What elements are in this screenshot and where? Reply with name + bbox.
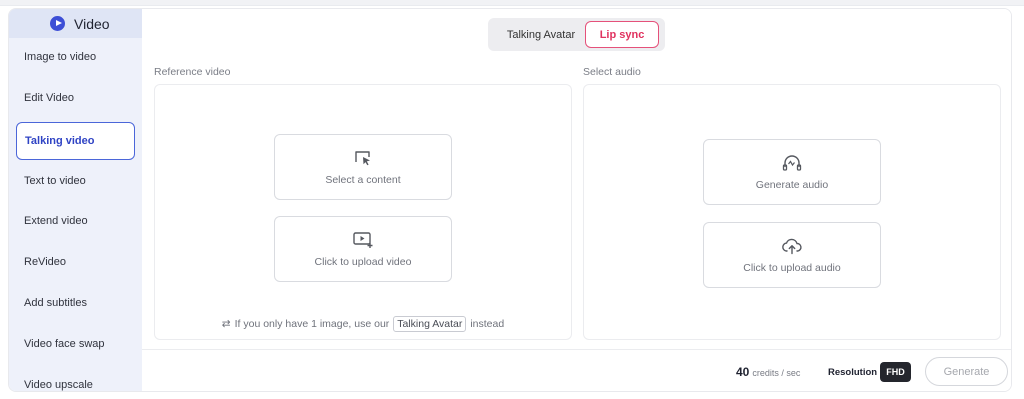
select-content-button[interactable]: Select a content: [274, 134, 452, 200]
reference-video-label: Reference video: [154, 66, 231, 78]
video-play-icon: [50, 16, 65, 31]
hint-text-before: If you only have 1 image, use our: [234, 318, 390, 330]
credits-unit: credits / sec: [752, 368, 801, 378]
upload-video-label: Click to upload video: [314, 255, 412, 268]
tab-lip-sync[interactable]: Lip sync: [585, 21, 659, 48]
main-content: Talking Avatar Lip sync Reference video …: [142, 9, 1011, 391]
upload-audio-button[interactable]: Click to upload audio: [703, 222, 881, 288]
sidebar-item-label: ReVideo: [24, 256, 66, 268]
upload-video-button[interactable]: Click to upload video: [274, 216, 452, 282]
sidebar-item-extend-video[interactable]: Extend video: [16, 203, 135, 239]
sidebar-item-video-face-swap[interactable]: Video face swap: [16, 326, 135, 362]
sidebar-item-image-to-video[interactable]: Image to video: [16, 39, 135, 75]
cloud-upload-icon: [782, 238, 802, 254]
sidebar-item-label: Talking video: [25, 135, 95, 147]
sidebar-item-label: Image to video: [24, 51, 97, 63]
footer-bar: 40 credits / sec Resolution FHD Generate: [142, 349, 1011, 391]
reference-video-panel: Select a content Click to upload video ⇄…: [154, 84, 572, 340]
select-content-icon: [355, 150, 370, 165]
app-window: Video Image to video Edit Video Talking …: [8, 8, 1012, 392]
credits-display: 40 credits / sec: [736, 365, 800, 379]
sidebar-item-video-upscale[interactable]: Video upscale: [16, 367, 135, 391]
sidebar-item-label: Video upscale: [24, 379, 93, 391]
select-audio-label: Select audio: [583, 66, 641, 78]
sidebar-item-add-subtitles[interactable]: Add subtitles: [16, 285, 135, 321]
upload-audio-label: Click to upload audio: [743, 261, 841, 274]
generate-button[interactable]: Generate: [925, 357, 1008, 386]
resolution-label: Resolution: [828, 367, 878, 378]
sidebar-item-label: Extend video: [24, 215, 88, 227]
sidebar-item-talking-video[interactable]: Talking video: [16, 122, 135, 160]
mode-toggle: Talking Avatar Lip sync: [488, 18, 665, 51]
generate-audio-label: Generate audio: [755, 178, 829, 191]
sidebar-item-label: Text to video: [24, 175, 86, 187]
sidebar-item-edit-video[interactable]: Edit Video: [16, 80, 135, 116]
talking-avatar-hint: ⇄ If you only have 1 image, use our Talki…: [155, 316, 571, 332]
video-upload-icon: [353, 231, 373, 248]
sidebar: Video Image to video Edit Video Talking …: [9, 9, 142, 391]
sidebar-item-text-to-video[interactable]: Text to video: [16, 163, 135, 199]
sidebar-item-label: Add subtitles: [24, 297, 87, 309]
credits-value: 40: [736, 365, 750, 379]
swap-arrows-icon: ⇄: [221, 318, 231, 330]
select-content-label: Select a content: [325, 173, 401, 186]
sidebar-header[interactable]: Video: [9, 9, 142, 38]
top-divider: [0, 0, 1024, 6]
sidebar-header-title: Video: [74, 15, 110, 32]
select-audio-panel: Generate audio Click to upload audio: [583, 84, 1001, 340]
resolution-select[interactable]: FHD: [880, 362, 911, 382]
sidebar-item-revideo[interactable]: ReVideo: [16, 244, 135, 280]
sidebar-item-label: Video face swap: [24, 338, 105, 350]
talking-avatar-link[interactable]: Talking Avatar: [393, 316, 467, 332]
sidebar-item-label: Edit Video: [24, 92, 74, 104]
generate-audio-button[interactable]: Generate audio: [703, 139, 881, 205]
headphones-icon: [782, 154, 802, 171]
tab-talking-avatar[interactable]: Talking Avatar: [496, 21, 586, 48]
hint-text-after: instead: [470, 318, 505, 330]
